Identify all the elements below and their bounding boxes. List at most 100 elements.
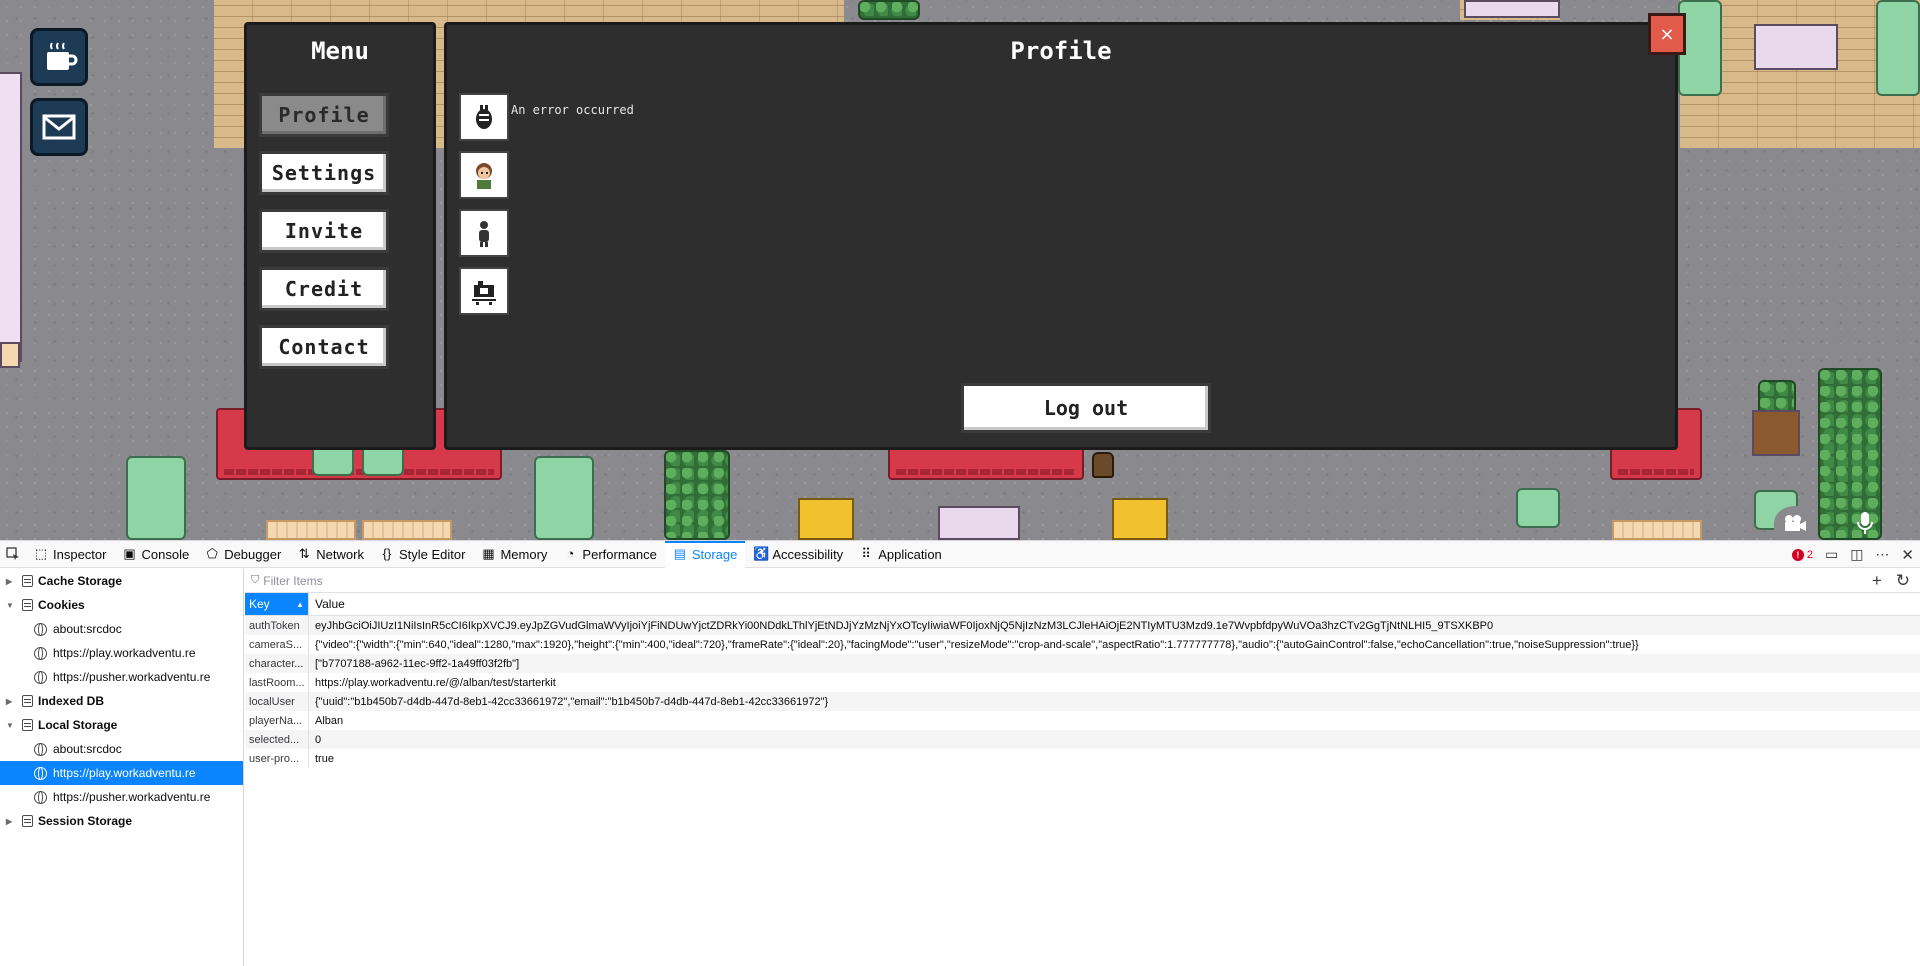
memory-icon: ▦: [482, 546, 495, 561]
tree-indexed-db[interactable]: ▶ Indexed DB: [0, 689, 243, 713]
camera-toggle-button[interactable]: [1774, 506, 1816, 540]
tree-session-storage[interactable]: ▶ Session Storage: [0, 809, 243, 833]
tab-style-editor[interactable]: {} Style Editor: [372, 541, 473, 568]
menu-item-settings[interactable]: Settings: [259, 151, 389, 195]
performance-icon: ◔: [566, 546, 575, 561]
row-key: playerNa...: [249, 714, 303, 727]
tree-item-cookie-pusher[interactable]: https://pusher.workadventu.re: [0, 665, 243, 689]
refresh-icon[interactable]: ↻: [1896, 571, 1910, 591]
table-actions: + ↻: [1872, 571, 1910, 591]
microphone-toggle-button[interactable]: [1844, 506, 1886, 540]
tab-storage[interactable]: ▤ Storage: [664, 540, 746, 568]
storage-icon: ▤: [673, 546, 686, 561]
tab-label: Accessibility: [772, 546, 844, 562]
table-header: Key ▲ Value: [245, 593, 1920, 616]
tab-label: Performance: [582, 546, 657, 562]
devtools-panel: ⬚ Inspector ▣ Console ⬠ Debugger ⇅ Network {…: [0, 540, 1920, 966]
tab-label: Debugger: [224, 546, 282, 562]
tab-debugger[interactable]: ⬠ Debugger: [197, 541, 289, 568]
row-key: user-pro...: [249, 752, 300, 765]
rug: [1612, 520, 1702, 540]
tab-memory[interactable]: ▦ Memory: [473, 541, 555, 568]
tab-label: Memory: [500, 546, 548, 562]
collapse-icon: ▼: [6, 720, 14, 730]
messages-button[interactable]: [30, 98, 88, 156]
coffee-break-button[interactable]: [30, 28, 88, 86]
table-row[interactable]: authToken eyJhbGciOiJIUzI1NiIsInR5cCI6Ikp…: [245, 616, 1920, 635]
responsive-design-icon[interactable]: ▭: [1825, 546, 1838, 563]
filter-input[interactable]: [263, 573, 864, 588]
character-avatar-button[interactable]: [459, 151, 509, 199]
column-header-key[interactable]: Key ▲: [245, 593, 308, 615]
expand-icon: ▶: [6, 696, 13, 706]
close-menu-button[interactable]: ×: [1648, 13, 1686, 55]
globe-icon: [34, 742, 47, 756]
table: [938, 506, 1020, 540]
tree-cookies[interactable]: ▼ Cookies: [0, 593, 243, 617]
chair: [126, 456, 186, 540]
sort-ascending-icon: ▲: [296, 599, 304, 609]
tree-item-local-srcdoc[interactable]: about:srcdoc: [0, 737, 243, 761]
error-counter[interactable]: ! 2: [1791, 548, 1813, 561]
tab-console[interactable]: ▣ Console: [114, 541, 197, 568]
row-key: cameraS...: [249, 638, 303, 651]
tree-item-cookie-srcdoc[interactable]: about:srcdoc: [0, 617, 243, 641]
toolbar-actions: ! 2 ▭ ◫ ⋯ ✕: [1791, 541, 1914, 568]
more-options-icon[interactable]: ⋯: [1875, 546, 1889, 563]
game-canvas[interactable]: Menu Profile Settings Invite Credit Cont…: [0, 0, 1920, 540]
tree-label: Indexed DB: [38, 694, 105, 708]
table-row[interactable]: selected... 0: [245, 730, 1920, 749]
profile-panel: Profile An error occurred Log out: [444, 22, 1678, 450]
row-key: character...: [249, 657, 304, 670]
tree-item-cookie-play[interactable]: https://play.workadventu.re: [0, 641, 243, 665]
tab-label: Inspector: [53, 546, 107, 562]
close-devtools-icon[interactable]: ✕: [1901, 546, 1914, 564]
tab-label: Network: [316, 546, 364, 562]
tab-performance[interactable]: ◔ Performance: [555, 541, 664, 568]
woka-figure-button[interactable]: [459, 209, 509, 257]
side-table: [0, 72, 22, 362]
table-row[interactable]: user-pro... true: [245, 749, 1920, 768]
tree-local-storage[interactable]: ▼ Local Storage: [0, 713, 243, 737]
tree-cache-storage[interactable]: ▶ Cache Storage: [0, 569, 243, 593]
tree-label: about:srcdoc: [53, 622, 122, 636]
tab-application[interactable]: ⠿ Application: [851, 541, 950, 568]
companion-button[interactable]: [459, 93, 509, 141]
menu-item-invite[interactable]: Invite: [259, 209, 389, 253]
tree-label: Cache Storage: [38, 574, 123, 588]
column-header-value[interactable]: Value: [308, 593, 1920, 615]
add-item-icon[interactable]: +: [1872, 571, 1882, 591]
table-row[interactable]: playerNa... Alban: [245, 711, 1920, 730]
menu-item-profile[interactable]: Profile: [259, 93, 389, 137]
table-row[interactable]: localUser {"uuid":"b1b450b7-d4db-447d-8eb…: [245, 692, 1920, 711]
collapse-icon: ▼: [6, 600, 14, 610]
tree-item-local-pusher[interactable]: https://pusher.workadventu.re: [0, 785, 243, 809]
tab-inspector[interactable]: ⬚ Inspector: [26, 541, 114, 568]
menu-item-credit[interactable]: Credit: [259, 267, 389, 311]
dock-side-icon[interactable]: ◫: [1850, 546, 1863, 563]
row-key: localUser: [249, 695, 295, 708]
tab-network[interactable]: ⇅ Network: [289, 541, 372, 568]
character-avatar-icon: [476, 163, 492, 189]
logout-button[interactable]: Log out: [961, 383, 1211, 433]
database-icon: [22, 815, 33, 827]
tree-label: https://pusher.workadventu.re: [53, 670, 211, 684]
camera-settings-button[interactable]: [459, 267, 509, 315]
tab-accessibility[interactable]: ♿ Accessibility: [745, 541, 851, 568]
envelope-icon: [42, 114, 76, 140]
armchair: [1112, 498, 1168, 540]
element-picker-button[interactable]: [0, 541, 26, 568]
menu-sidebar: Menu Profile Settings Invite Credit Cont…: [244, 22, 436, 450]
globe-icon: [34, 790, 47, 804]
globe-icon: [34, 670, 47, 684]
rug: [266, 520, 356, 540]
menu-item-contact[interactable]: Contact: [259, 325, 389, 369]
tree-item-local-play[interactable]: https://play.workadventu.re: [0, 761, 243, 785]
table-row[interactable]: character... ["b7707188-a962-11ec-9ff2-1a…: [245, 654, 1920, 673]
style-editor-icon: {}: [382, 546, 392, 561]
profile-title: Profile: [1010, 37, 1112, 65]
table-row[interactable]: cameraS... {"video":{"width":{"min":640,"…: [245, 635, 1920, 654]
table-row[interactable]: lastRoom... https://play.workadventu.re/@…: [245, 673, 1920, 692]
globe-icon: [34, 766, 47, 780]
tree-label: Session Storage: [38, 814, 133, 828]
